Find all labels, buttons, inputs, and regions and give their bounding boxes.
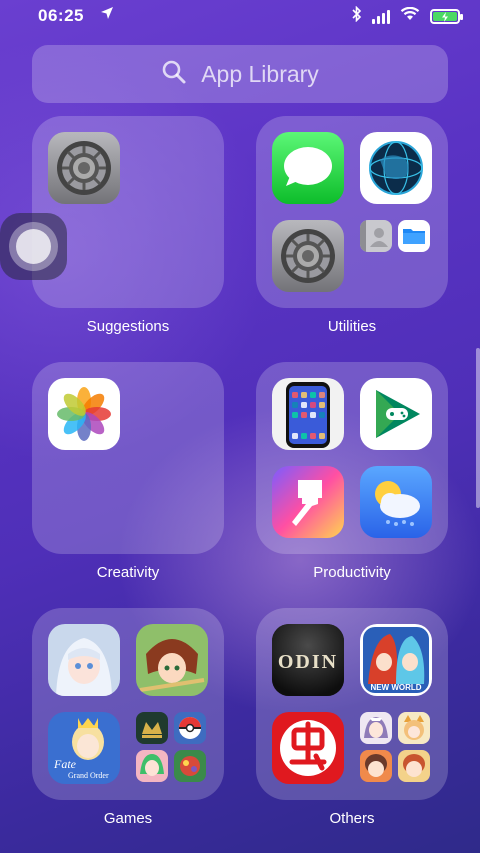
folder-others[interactable]: ODIN NEW WORLD bbox=[256, 608, 448, 800]
red-char-app-icon[interactable] bbox=[272, 712, 344, 784]
maid-game-icon[interactable] bbox=[360, 712, 392, 744]
bug-game-icon[interactable] bbox=[174, 750, 206, 782]
folder-suggestions[interactable] bbox=[32, 116, 224, 308]
play-games-icon[interactable] bbox=[360, 378, 432, 450]
photos-icon[interactable] bbox=[48, 378, 120, 450]
contacts-icon[interactable] bbox=[360, 220, 392, 252]
fox-game-icon[interactable] bbox=[398, 712, 430, 744]
folder-games[interactable]: Fate Grand Order bbox=[32, 608, 224, 800]
weather-icon[interactable] bbox=[360, 466, 432, 538]
folder-creativity[interactable] bbox=[32, 362, 224, 554]
new-world-logo-text: NEW WORLD bbox=[370, 683, 421, 692]
gwent-icon[interactable] bbox=[136, 712, 168, 744]
settings-icon[interactable] bbox=[272, 220, 344, 292]
folder-label-suggestions: Suggestions bbox=[86, 318, 170, 335]
fate-grand-order-icon[interactable]: Fate Grand Order bbox=[48, 712, 120, 784]
globe-app-icon[interactable] bbox=[360, 132, 432, 204]
green-hair-game-icon[interactable] bbox=[136, 750, 168, 782]
files-icon[interactable] bbox=[398, 220, 430, 252]
folder-label-creativity: Creativity bbox=[96, 564, 160, 581]
folder-label-others: Others bbox=[329, 810, 375, 827]
chibi-game-icon[interactable] bbox=[360, 750, 392, 782]
status-time: 06:25 bbox=[38, 6, 84, 25]
cellular-signal-icon bbox=[372, 9, 390, 24]
paint-brush-icon[interactable] bbox=[272, 466, 344, 538]
search-placeholder: App Library bbox=[201, 60, 319, 87]
assistive-touch-button[interactable] bbox=[0, 213, 67, 280]
folder-label-games: Games bbox=[103, 810, 153, 827]
folder-utilities[interactable] bbox=[256, 116, 448, 308]
anime-girl-game-icon[interactable] bbox=[48, 624, 120, 696]
svg-text:Grand Order: Grand Order bbox=[68, 771, 109, 780]
odin-logo-text: ODIN bbox=[278, 651, 338, 673]
warrior-girl-game-icon[interactable] bbox=[136, 624, 208, 696]
battery-icon bbox=[430, 9, 463, 24]
new-world-icon[interactable]: NEW WORLD bbox=[360, 624, 432, 696]
folder-label-utilities: Utilities bbox=[327, 318, 377, 335]
screen-mirror-icon[interactable] bbox=[272, 378, 344, 450]
scroll-indicator bbox=[476, 348, 480, 508]
status-bar: 06:25 bbox=[0, 0, 480, 32]
location-arrow-icon bbox=[100, 6, 114, 25]
folder-productivity[interactable] bbox=[256, 362, 448, 554]
settings-icon[interactable] bbox=[48, 132, 120, 204]
chibi-game-2-icon[interactable] bbox=[398, 750, 430, 782]
folder-label-productivity: Productivity bbox=[313, 564, 391, 581]
search-icon bbox=[161, 59, 187, 90]
odin-icon[interactable]: ODIN bbox=[272, 624, 344, 696]
svg-text:Fate: Fate bbox=[53, 757, 77, 771]
pokeball-icon[interactable] bbox=[174, 712, 206, 744]
wifi-icon bbox=[400, 6, 420, 26]
bluetooth-icon bbox=[352, 5, 362, 27]
app-library-search-field[interactable]: App Library bbox=[32, 45, 448, 103]
messages-icon[interactable] bbox=[272, 132, 344, 204]
